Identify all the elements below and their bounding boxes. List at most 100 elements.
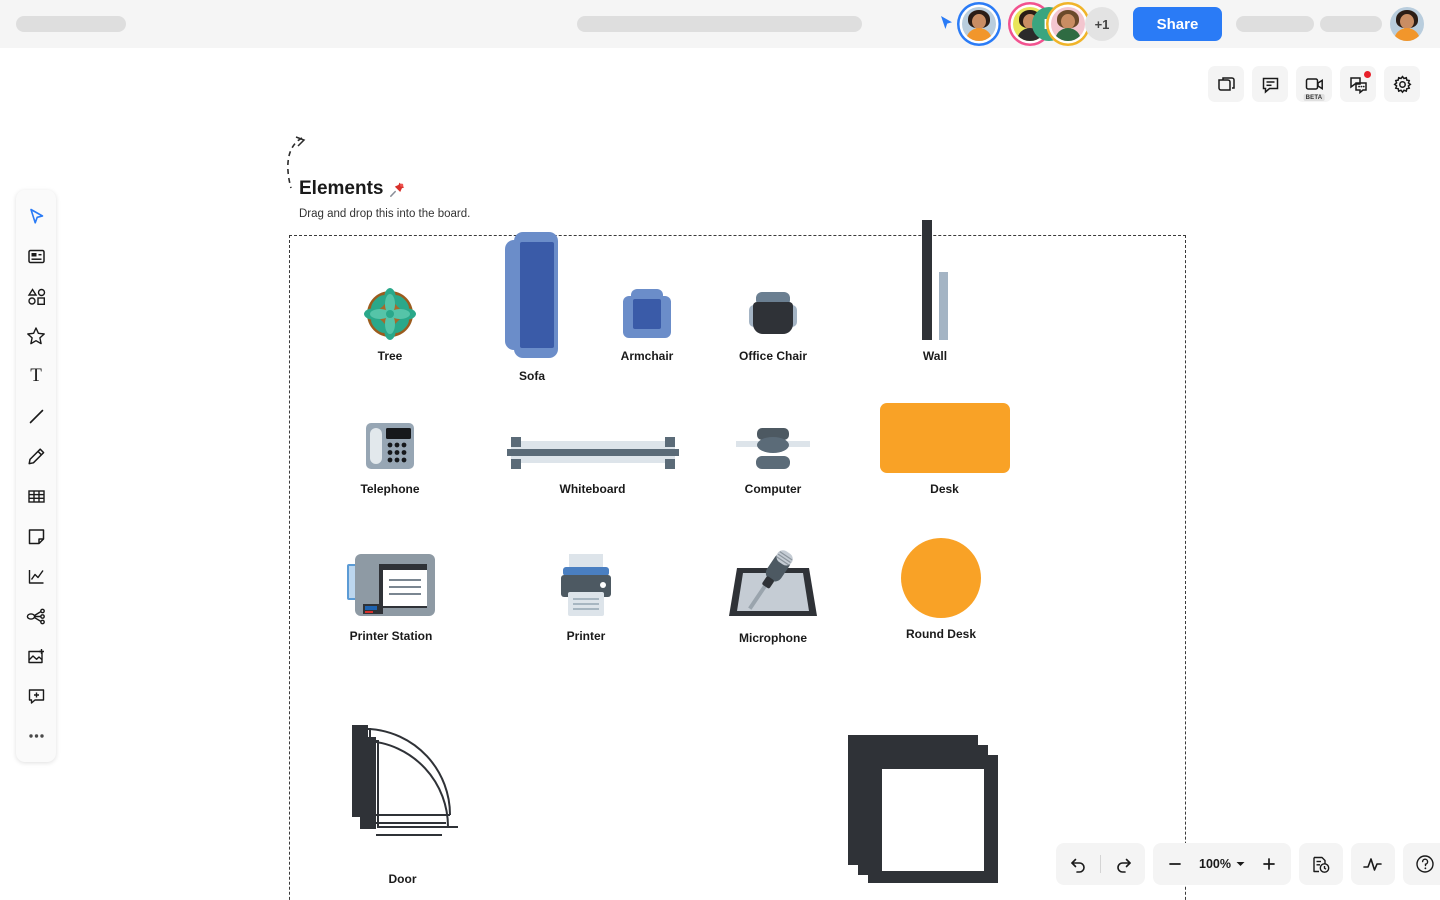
account-avatar[interactable] xyxy=(1390,7,1424,41)
chevron-down-icon xyxy=(1236,862,1245,866)
chart-tool[interactable] xyxy=(16,556,56,596)
element-printer[interactable]: Printer xyxy=(547,545,625,643)
element-label: Printer xyxy=(566,629,606,643)
right-toolbar: BETA xyxy=(1208,66,1420,102)
element-label: Round Desk xyxy=(905,627,976,641)
text-tool[interactable]: T xyxy=(16,356,56,396)
avatar xyxy=(962,7,996,41)
element-label: Computer xyxy=(744,482,802,496)
element-label: Wall xyxy=(922,349,948,363)
table-tool[interactable] xyxy=(16,476,56,516)
whiteboard-icon xyxy=(506,420,679,473)
element-armchair[interactable]: Armchair xyxy=(612,270,682,363)
printer-station-icon xyxy=(343,545,439,620)
activity-pulse-icon[interactable] xyxy=(1351,843,1395,885)
avatar xyxy=(1051,7,1085,41)
element-desk[interactable]: Desk xyxy=(872,393,1017,496)
armchair-top-view-icon xyxy=(622,270,672,340)
undo-button[interactable] xyxy=(1056,843,1100,885)
upload-image-tool[interactable] xyxy=(16,636,56,676)
element-label: Office Chair xyxy=(738,349,807,363)
sticky-note-tool[interactable] xyxy=(16,516,56,556)
help-group xyxy=(1402,843,1440,885)
zoom-out-button[interactable] xyxy=(1153,843,1197,885)
select-cursor-tool[interactable] xyxy=(16,196,56,236)
history-group xyxy=(1298,843,1343,885)
desk-icon xyxy=(879,393,1010,473)
element-wall[interactable]: Wall xyxy=(900,213,970,363)
avatar-overflow[interactable]: +1 xyxy=(1085,7,1119,41)
tree-top-view-icon xyxy=(364,270,416,340)
zoom-level-selector[interactable]: 100% xyxy=(1197,857,1247,871)
window-stack-icon xyxy=(844,728,1004,883)
element-printer-station[interactable]: Printer Station xyxy=(338,545,444,643)
add-comment-tool[interactable] xyxy=(16,676,56,716)
chat-icon[interactable] xyxy=(1340,66,1376,102)
element-whiteboard[interactable]: Whiteboard xyxy=(505,420,680,496)
help-icon[interactable] xyxy=(1403,843,1440,885)
board-canvas[interactable]: Elements Drag and drop this into the boa… xyxy=(0,48,1440,900)
pointer-cursor-icon[interactable] xyxy=(938,14,956,32)
activity-group xyxy=(1350,843,1395,885)
undo-redo-group xyxy=(1056,843,1145,885)
frames-icon[interactable] xyxy=(1208,66,1244,102)
element-round-desk[interactable]: Round Desk xyxy=(886,518,996,641)
avatar-overflow-label: +1 xyxy=(1094,16,1110,32)
toolbar-placeholder-right-1[interactable] xyxy=(1236,16,1314,32)
element-label: Whiteboard xyxy=(559,482,626,496)
frame-subtitle: Drag and drop this into the board. xyxy=(299,208,471,220)
star-tool[interactable] xyxy=(16,316,56,356)
office-chair-top-view-icon xyxy=(747,270,799,340)
element-door[interactable]: Door xyxy=(345,713,460,886)
element-computer[interactable]: Computer xyxy=(733,416,813,496)
line-tool[interactable] xyxy=(16,396,56,436)
sofa-top-view-icon xyxy=(504,223,560,360)
element-telephone[interactable]: Telephone xyxy=(352,408,428,496)
element-label: Printer Station xyxy=(349,629,433,643)
notification-badge xyxy=(1364,71,1371,78)
element-label: Door xyxy=(388,872,417,886)
history-icon[interactable] xyxy=(1299,843,1343,885)
element-label: Microphone xyxy=(739,631,807,645)
element-microphone[interactable]: Microphone xyxy=(724,540,822,645)
zoom-in-button[interactable] xyxy=(1247,843,1291,885)
frame-title[interactable]: Elements xyxy=(299,178,406,200)
board-name-placeholder[interactable] xyxy=(16,16,126,32)
door-swing-icon xyxy=(348,713,458,863)
templates-tool[interactable] xyxy=(16,236,56,276)
settings-gear-icon[interactable] xyxy=(1384,66,1420,102)
avatar-user-4[interactable] xyxy=(1051,7,1085,41)
shapes-tool[interactable] xyxy=(16,276,56,316)
element-window[interactable] xyxy=(840,728,1008,892)
mindmap-tool[interactable] xyxy=(16,596,56,636)
printer-icon xyxy=(555,545,617,620)
left-toolbar: T xyxy=(16,190,56,762)
element-tree[interactable]: Tree xyxy=(355,270,425,363)
more-tools[interactable] xyxy=(16,716,56,756)
telephone-icon xyxy=(363,408,417,473)
share-button-label: Share xyxy=(1156,15,1199,33)
element-label: Sofa xyxy=(518,369,545,383)
pushpin-icon xyxy=(390,182,405,197)
zoom-level-value: 100% xyxy=(1199,857,1231,871)
element-label: Armchair xyxy=(620,349,674,363)
toolbar-placeholder-right-2[interactable] xyxy=(1320,16,1382,32)
miro-board-app: R +1 Share Elements Drag and drop this i… xyxy=(0,0,1440,900)
toolbar-placeholder-center[interactable] xyxy=(577,16,862,32)
share-button[interactable]: Share xyxy=(1133,7,1222,41)
element-sofa[interactable]: Sofa xyxy=(497,223,567,383)
element-label: Tree xyxy=(377,349,403,363)
video-chat-icon[interactable]: BETA xyxy=(1296,66,1332,102)
avatar-user-1[interactable] xyxy=(962,7,996,41)
comment-icon[interactable] xyxy=(1252,66,1288,102)
redo-button[interactable] xyxy=(1101,843,1145,885)
round-desk-icon xyxy=(901,518,981,618)
microphone-icon xyxy=(727,540,819,622)
element-office-chair[interactable]: Office Chair xyxy=(734,270,812,363)
pen-tool[interactable] xyxy=(16,436,56,476)
wall-icon xyxy=(917,213,953,340)
top-bar: R +1 Share xyxy=(0,0,1440,48)
page-title: Elements xyxy=(299,178,384,199)
zoom-group: 100% xyxy=(1153,843,1291,885)
element-label: Desk xyxy=(930,482,959,496)
